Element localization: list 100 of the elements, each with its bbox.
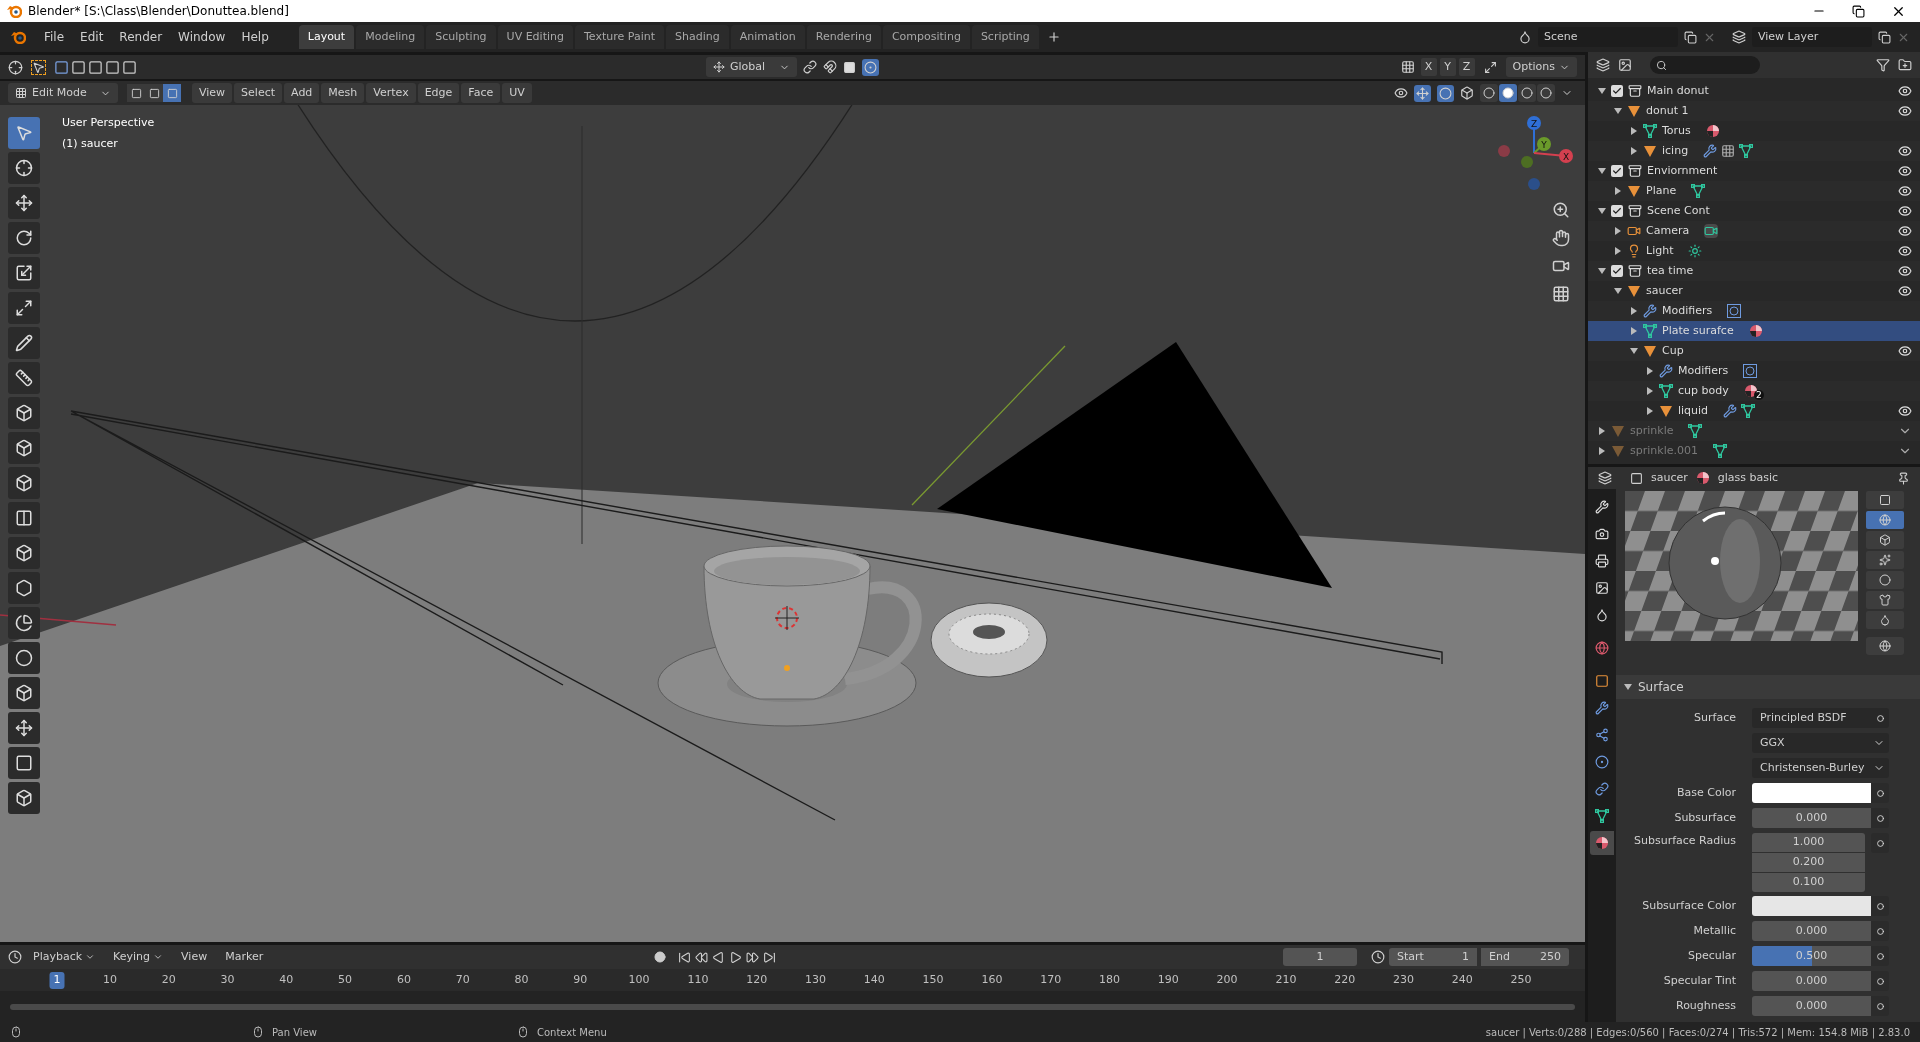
frame-number: 160: [980, 972, 1004, 988]
frame-number: 20: [160, 972, 177, 988]
workspace-tab[interactable]: Modeling: [356, 25, 425, 49]
dropdown[interactable]: Christensen-Burley: [1752, 758, 1889, 778]
menu-item[interactable]: UV: [502, 83, 532, 103]
orientation-dropdown[interactable]: Global: [705, 57, 798, 77]
outliner-label: cup body: [1678, 382, 1729, 399]
menu-item[interactable]: Edit: [72, 26, 112, 48]
frame-number: 60: [395, 972, 412, 988]
view-layer-field[interactable]: View Layer: [1752, 27, 1872, 47]
frame-number: 50: [337, 972, 354, 988]
workspace-tab[interactable]: Compositing: [882, 25, 970, 49]
frame-number: 30: [219, 972, 236, 988]
menu-item[interactable]: File: [36, 26, 73, 48]
number-field[interactable]: 0.100: [1752, 873, 1865, 892]
menu-item[interactable]: Select: [234, 83, 283, 103]
frame-number: 210: [1274, 972, 1298, 988]
outliner-row[interactable]: Plate surafce: [1588, 321, 1920, 341]
outliner-label: Main donut: [1647, 82, 1709, 99]
frame-number: 100: [627, 972, 651, 988]
frame-number: 180: [1098, 972, 1121, 988]
workspace-tab[interactable]: Shading: [665, 25, 729, 49]
menu-item[interactable]: Mesh: [321, 83, 365, 103]
menu-item[interactable]: Help: [233, 26, 277, 48]
outliner-label: Plane: [1646, 182, 1677, 199]
current-frame-field[interactable]: 1: [1283, 948, 1357, 966]
outliner-label: tea time: [1647, 262, 1694, 279]
frame-number: 190: [1156, 972, 1180, 988]
number-field[interactable]: 0.200: [1752, 853, 1865, 872]
outliner-label: Enviornment: [1647, 162, 1718, 179]
outliner-label: saucer: [1646, 282, 1683, 299]
mode-dropdown[interactable]: Edit Mode: [8, 83, 118, 103]
workspace-tab[interactable]: UV Editing: [497, 25, 573, 49]
menu-item[interactable]: Marker: [218, 947, 271, 967]
workspace-tab[interactable]: Animation: [730, 25, 805, 49]
field-label: Metallic: [1692, 922, 1737, 939]
workspace-tab[interactable]: Texture Paint: [575, 25, 664, 49]
current-frame-marker[interactable]: 1: [49, 972, 65, 989]
workspace-tab[interactable]: Layout: [298, 25, 355, 49]
scene-field[interactable]: Scene: [1538, 27, 1678, 47]
frame-number: 80: [513, 972, 530, 988]
menu-item[interactable]: Vertex: [366, 83, 416, 103]
field-label: Specular Tint: [1662, 972, 1737, 989]
window-title: Blender* [S:\Class\Blender\Donuttea.blend]: [28, 3, 289, 20]
axis-toggle[interactable]: Z: [1458, 58, 1475, 76]
menu-item[interactable]: View: [174, 947, 215, 967]
number-field[interactable]: 1.000: [1752, 833, 1865, 852]
menu-item[interactable]: View: [192, 83, 233, 103]
menu-item[interactable]: Edge: [417, 83, 460, 103]
frame-number: 150: [921, 972, 945, 988]
outliner-label: sprinkle: [1630, 422, 1674, 439]
menu-item[interactable]: Render: [111, 26, 171, 48]
outliner-label: Torus: [1662, 122, 1691, 139]
field-label: Specular: [1686, 947, 1737, 964]
workspace-tab[interactable]: Sculpting: [426, 25, 496, 49]
workspace-tab[interactable]: Rendering: [806, 25, 881, 49]
slider-field[interactable]: 0.000: [1752, 921, 1871, 941]
field-label: Roughness: [1675, 997, 1737, 1014]
menu-item[interactable]: Keying: [106, 947, 171, 967]
breadcrumb-material: glass basic: [1717, 469, 1779, 486]
menu-item[interactable]: Face: [461, 83, 501, 103]
frame-number: 10: [101, 972, 118, 988]
outliner-label: Scene Cont: [1647, 202, 1710, 219]
end-frame-field[interactable]: End 250: [1481, 948, 1569, 966]
slider-field[interactable]: 0.000: [1752, 808, 1871, 828]
shader-selector[interactable]: Principled BSDF: [1752, 708, 1889, 728]
workspace-tab[interactable]: Scripting: [971, 25, 1039, 49]
axis-toggle[interactable]: X: [1420, 58, 1437, 76]
frame-number: 120: [745, 972, 769, 988]
outliner-label: Camera: [1646, 222, 1690, 239]
field-label: Subsurface Radius: [1633, 833, 1737, 849]
menu-item[interactable]: Add: [284, 83, 320, 103]
breadcrumb-object: saucer: [1651, 469, 1688, 486]
outliner-label: liquid: [1678, 402, 1709, 419]
dropdown[interactable]: GGX: [1752, 733, 1889, 753]
field-label: Surface: [1693, 709, 1737, 726]
outliner-label: Cup: [1662, 342, 1684, 359]
frame-number: 70: [454, 972, 471, 988]
outliner-label: Plate surafce: [1662, 322, 1734, 339]
field-label: Subsurface Color: [1641, 897, 1737, 914]
frame-number: 140: [862, 972, 886, 988]
menu-item[interactable]: Playback: [26, 947, 103, 967]
options-dropdown[interactable]: Options: [1505, 57, 1577, 77]
frame-number: 220: [1333, 972, 1357, 988]
slider-field[interactable]: 0.000: [1752, 971, 1871, 991]
frame-number: 200: [1215, 972, 1239, 988]
slider-field[interactable]: 0.000: [1752, 996, 1871, 1016]
menu-item[interactable]: Window: [170, 26, 234, 48]
status-hint: Pan View: [272, 1025, 317, 1040]
field-label: Subsurface: [1673, 809, 1737, 826]
surface-panel-header[interactable]: Surface: [1616, 675, 1920, 699]
frame-number: 130: [804, 972, 827, 988]
frame-number: 170: [1039, 972, 1063, 988]
axis-toggle[interactable]: Y: [1439, 58, 1456, 76]
frame-number: 240: [1450, 972, 1474, 988]
frame-number: 110: [686, 972, 710, 988]
field-label: Base Color: [1676, 784, 1737, 801]
outliner-label: Modifiers: [1662, 302, 1713, 319]
frame-number: 90: [572, 972, 589, 988]
start-frame-field[interactable]: Start 1: [1389, 948, 1477, 966]
